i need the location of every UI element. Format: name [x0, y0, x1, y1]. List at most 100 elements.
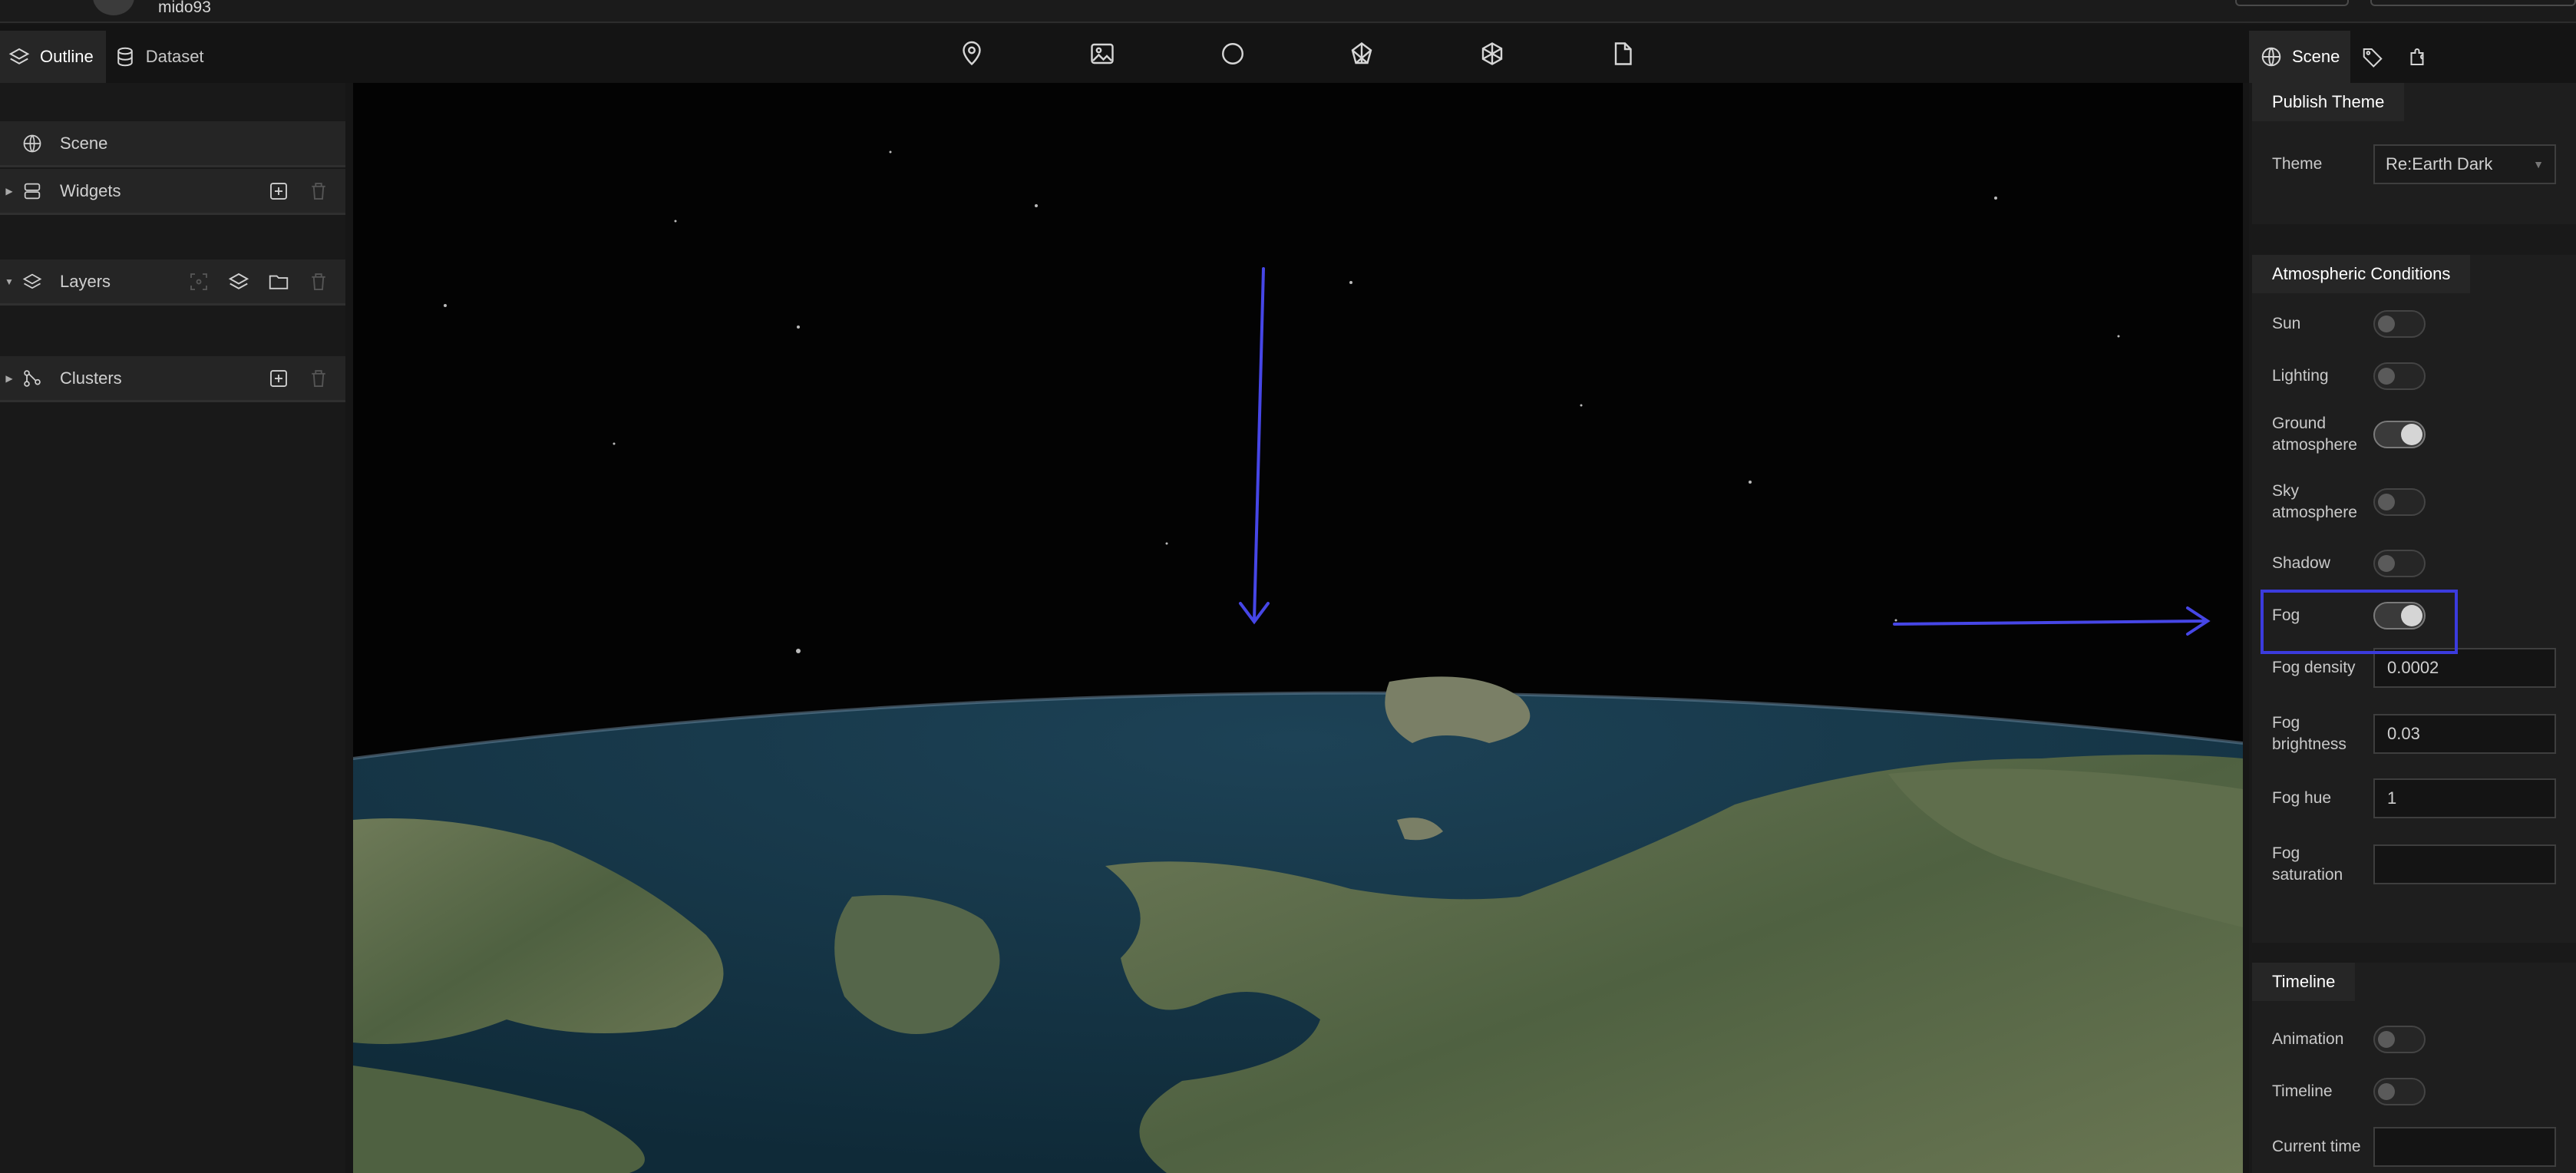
fog-hue-label: Fog hue	[2272, 789, 2332, 807]
left-tabs: Outline Dataset	[0, 31, 216, 83]
theme-select[interactable]: Re:Earth Dark ▼	[2373, 144, 2556, 184]
top-header: mido93	[0, 0, 2576, 23]
outline-item-widgets[interactable]: ▶ Widgets	[0, 169, 345, 215]
toggle-knob	[2378, 1083, 2395, 1100]
expand-caret-icon[interactable]: ▶	[0, 373, 18, 384]
toggle-knob	[2378, 494, 2395, 511]
outline-layers-label: Layers	[60, 271, 111, 291]
widgets-actions	[267, 180, 330, 203]
outline-item-clusters[interactable]: ▶ Clusters	[0, 356, 345, 402]
sky-atmosphere-toggle[interactable]	[2373, 488, 2426, 516]
current-time-row: Current time	[2272, 1127, 2564, 1167]
username: mido93	[158, 0, 211, 16]
lighting-label: Lighting	[2272, 367, 2329, 385]
tab-outline-label: Outline	[40, 47, 94, 66]
ground-atmosphere-row: Ground atmosphere	[2272, 413, 2564, 456]
toggle-knob	[2378, 555, 2395, 572]
tab-outline[interactable]: Outline	[0, 31, 106, 83]
animation-row: Animation	[2272, 1026, 2564, 1053]
globe-icon	[21, 132, 52, 155]
select-icon[interactable]	[187, 270, 210, 293]
outline-item-scene[interactable]: Scene	[0, 121, 345, 167]
add-icon[interactable]	[267, 367, 290, 390]
timeline-label: Timeline	[2272, 1082, 2333, 1100]
current-time-input[interactable]	[2373, 1127, 2556, 1167]
chevron-down-icon: ▼	[2533, 158, 2544, 170]
toggle-knob	[2378, 368, 2395, 385]
tab-plugins[interactable]	[2395, 31, 2439, 83]
shadow-row: Shadow	[2272, 550, 2564, 577]
fog-density-label: Fog density	[2272, 659, 2356, 676]
layers-actions	[187, 270, 330, 293]
header-button[interactable]	[2370, 0, 2576, 6]
timeline-toggle[interactable]	[2373, 1078, 2426, 1105]
ground-atmosphere-toggle[interactable]	[2373, 421, 2426, 448]
fog-brightness-row: Fog brightness 0.03	[2272, 712, 2564, 755]
fog-hue-row: Fog hue 1	[2272, 778, 2564, 818]
publish-theme-section: Publish Theme Theme Re:Earth Dark ▼	[2252, 83, 2576, 224]
outline-widgets-label: Widgets	[60, 180, 121, 200]
tab-scene[interactable]: Scene	[2249, 31, 2351, 83]
plugin-icon	[2410, 48, 2424, 65]
header-button[interactable]	[2235, 0, 2349, 6]
tab-scene-label: Scene	[2292, 47, 2340, 66]
theme-select-value: Re:Earth Dark	[2386, 154, 2493, 173]
theme-label: Theme	[2272, 155, 2323, 173]
fog-brightness-input[interactable]: 0.03	[2373, 714, 2556, 754]
add-icon[interactable]	[267, 180, 290, 203]
map-viewport[interactable]	[353, 83, 2243, 1173]
sun-label: Sun	[2272, 315, 2301, 332]
timeline-title: Timeline	[2252, 963, 2356, 1001]
fog-saturation-label: Fog saturation	[2272, 844, 2343, 884]
circle-icon[interactable]	[1219, 40, 1247, 68]
fog-brightness-label: Fog brightness	[2272, 714, 2346, 753]
animation-label: Animation	[2272, 1030, 2344, 1048]
toggle-knob	[2378, 316, 2395, 332]
polygon-icon[interactable]	[1348, 40, 1376, 68]
atmosphere-title: Atmospheric Conditions	[2252, 255, 2471, 293]
sun-row: Sun	[2272, 310, 2564, 338]
trash-icon[interactable]	[307, 180, 330, 203]
database-icon	[117, 47, 133, 67]
user-avatar[interactable]	[93, 0, 134, 15]
shadow-toggle[interactable]	[2373, 550, 2426, 577]
add-layer-icon[interactable]	[227, 270, 250, 293]
clusters-icon	[21, 367, 52, 390]
right-tabs: Scene	[2249, 31, 2439, 83]
layers-icon	[21, 270, 52, 293]
globe-render[interactable]	[353, 83, 2243, 1173]
fog-hue-input[interactable]: 1	[2373, 778, 2556, 818]
collapse-caret-icon[interactable]: ▼	[0, 276, 18, 287]
lighting-row: Lighting	[2272, 362, 2564, 390]
folder-icon[interactable]	[267, 270, 290, 293]
trash-icon[interactable]	[307, 367, 330, 390]
sky-atmosphere-label: Sky atmosphere	[2272, 482, 2357, 521]
outline-scene-label: Scene	[60, 133, 108, 153]
outline-clusters-label: Clusters	[60, 368, 122, 388]
sky-atmosphere-row: Sky atmosphere	[2272, 481, 2564, 524]
publish-theme-title: Publish Theme	[2252, 83, 2405, 121]
fog-saturation-input[interactable]	[2373, 844, 2556, 884]
outline-item-layers[interactable]: ▼ Layers	[0, 259, 345, 306]
outline-panel: Scene ▶ Widgets ▼ Layers ▶ Clusters	[0, 83, 345, 1173]
model-icon[interactable]	[1478, 40, 1506, 68]
theme-row: Theme Re:Earth Dark ▼	[2272, 144, 2564, 184]
fog-highlight-box	[2261, 590, 2458, 654]
lighting-toggle[interactable]	[2373, 362, 2426, 390]
document-icon[interactable]	[1609, 40, 1636, 68]
sun-toggle[interactable]	[2373, 310, 2426, 338]
toggle-knob	[2401, 424, 2422, 445]
animation-toggle[interactable]	[2373, 1026, 2426, 1053]
tab-dataset[interactable]: Dataset	[106, 31, 216, 83]
widgets-icon	[21, 180, 52, 203]
image-icon[interactable]	[1088, 40, 1116, 68]
expand-caret-icon[interactable]: ▶	[0, 186, 18, 197]
timeline-row: Timeline	[2272, 1078, 2564, 1105]
tag-icon	[2363, 48, 2383, 68]
tab-dataset-label: Dataset	[145, 47, 204, 66]
trash-icon[interactable]	[307, 270, 330, 293]
map-pin-icon[interactable]	[958, 40, 986, 68]
ground-atmosphere-label: Ground atmosphere	[2272, 415, 2357, 454]
tab-tags[interactable]	[2350, 31, 2395, 83]
toggle-knob	[2378, 1031, 2395, 1048]
